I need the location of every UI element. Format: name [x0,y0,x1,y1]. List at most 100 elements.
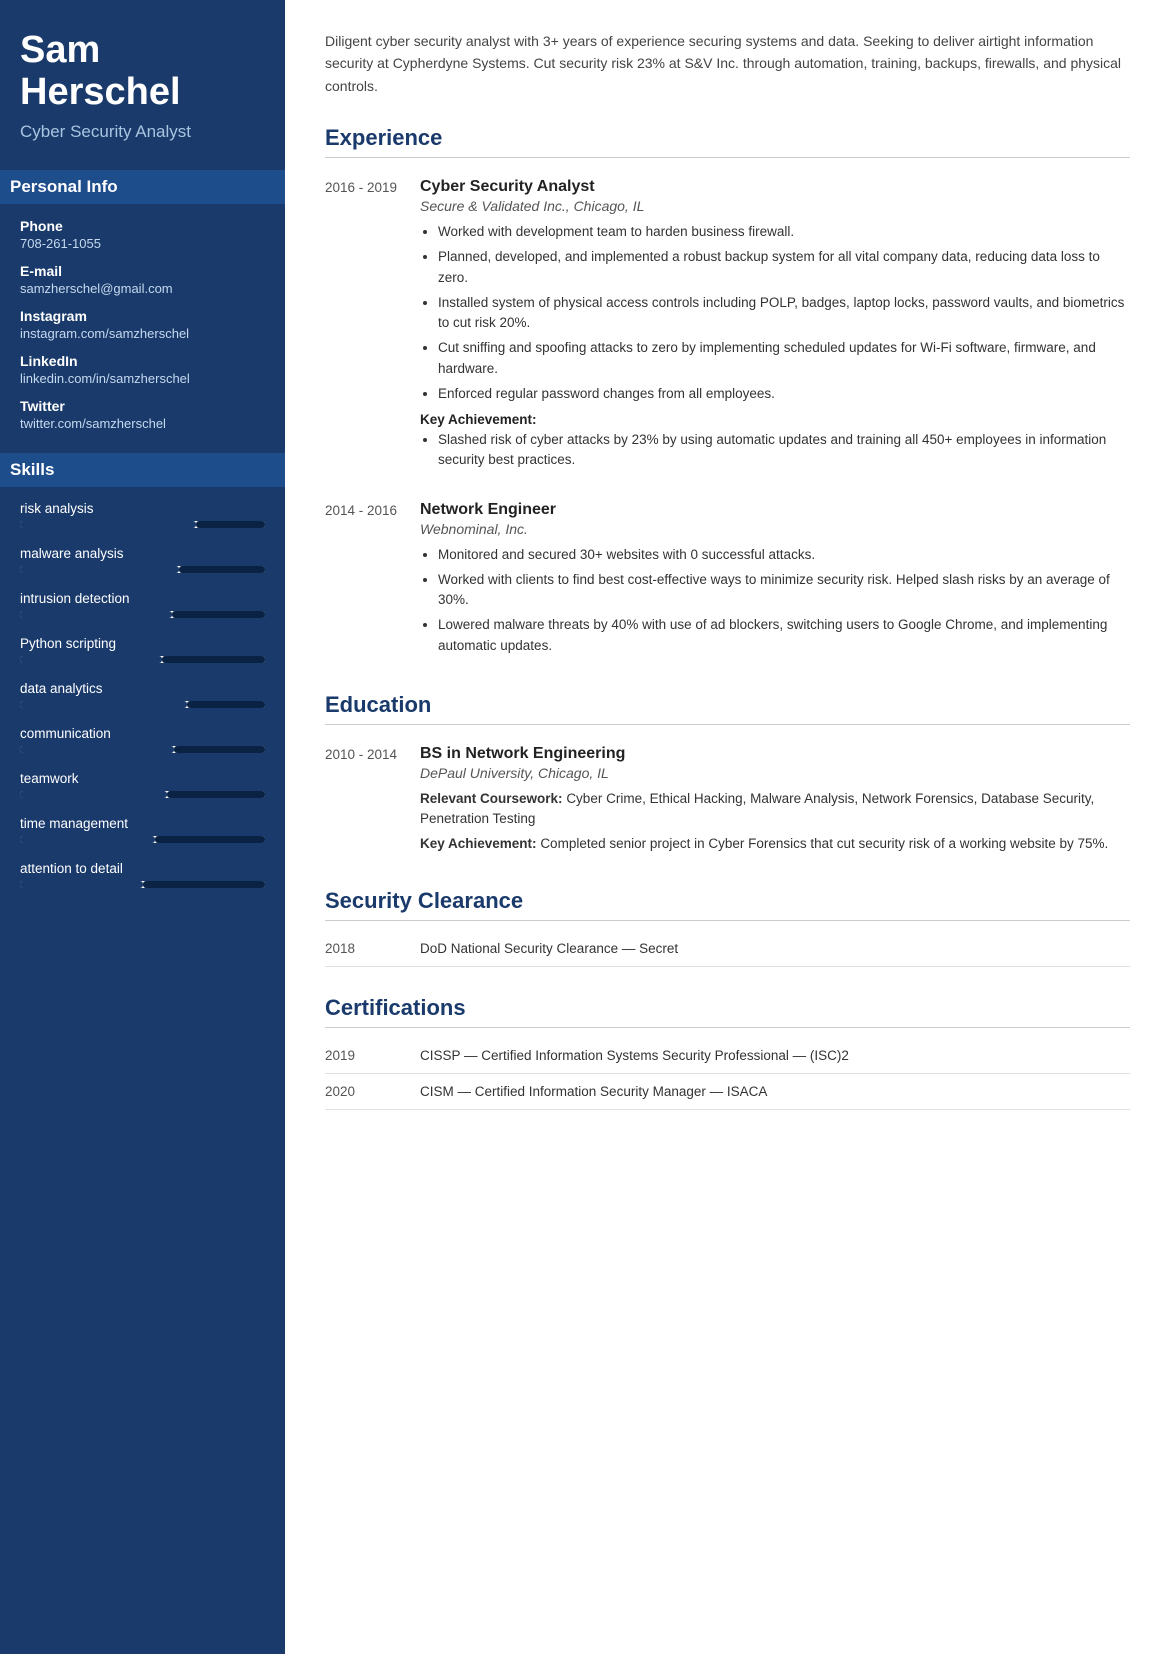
certifications-title: Certifications [325,995,1130,1028]
education-title: Education [325,692,1130,725]
skill-name-6: teamwork [20,771,265,786]
skill-item-5: communication [20,726,265,753]
job2-date: 2014 - 2016 [325,501,420,664]
coursework-label: Relevant Coursework: [420,791,563,806]
skill-bar-dark-0 [196,521,265,528]
job1-company: Secure & Validated Inc., Chicago, IL [420,198,1130,214]
edu1-date: 2010 - 2014 [325,745,420,860]
sidebar: Sam Herschel Cyber Security Analyst Pers… [0,0,285,1654]
skill-bar-dark-8 [143,881,266,888]
skill-bar-fill-1 [20,566,179,573]
skill-item-2: intrusion detection [20,591,265,618]
skill-bar-bg-0 [20,521,265,528]
instagram-section: Instagram instagram.com/samzherschel [20,308,265,341]
job2-content: Network Engineer Webnominal, Inc. Monito… [420,501,1130,664]
job1-bullets: Worked with development team to harden b… [420,222,1130,404]
job1-content: Cyber Security Analyst Secure & Validate… [420,178,1130,479]
edu1-degree: BS in Network Engineering [420,745,1130,763]
skill-bar-fill-0 [20,521,196,528]
skill-bar-dark-6 [167,791,265,798]
job1-bullet-3: Cut sniffing and spoofing attacks to zer… [438,338,1130,379]
skill-name-0: risk analysis [20,501,265,516]
linkedin-value: linkedin.com/in/samzherschel [20,371,265,386]
security-clearance-section: Security Clearance 2018 DoD National Sec… [325,888,1130,967]
skill-bar-fill-8 [20,881,143,888]
edu1-content: BS in Network Engineering DePaul Univers… [420,745,1130,860]
skill-bar-bg-3 [20,656,265,663]
linkedin-section: LinkedIn linkedin.com/in/samzherschel [20,353,265,386]
education-entry-1: 2010 - 2014 BS in Network Engineering De… [325,745,1130,860]
personal-info-header: Personal Info [0,170,285,204]
summary-text: Diligent cyber security analyst with 3+ … [325,30,1130,97]
job2-bullet-0: Monitored and secured 30+ websites with … [438,545,1130,565]
skill-bar-fill-6 [20,791,167,798]
experience-entry-2: 2014 - 2016 Network Engineer Webnominal,… [325,501,1130,664]
skill-item-6: teamwork [20,771,265,798]
skill-bar-dark-2 [172,611,265,618]
skill-bar-dark-1 [179,566,265,573]
edu1-coursework: Relevant Coursework: Cyber Crime, Ethica… [420,789,1130,830]
skill-bar-fill-5 [20,746,174,753]
skill-bar-bg-4 [20,701,265,708]
phone-section: Phone 708-261-1055 [20,218,265,251]
instagram-value: instagram.com/samzherschel [20,326,265,341]
edu-achievement-label: Key Achievement: [420,836,537,851]
skill-bar-bg-7 [20,836,265,843]
linkedin-label: LinkedIn [20,353,265,369]
candidate-name: Sam Herschel [20,30,265,114]
edu1-achievement: Key Achievement: Completed senior projec… [420,834,1130,854]
skill-bar-fill-4 [20,701,187,708]
skill-name-7: time management [20,816,265,831]
skill-bar-bg-2 [20,611,265,618]
skill-name-2: intrusion detection [20,591,265,606]
skill-bar-dark-3 [162,656,265,663]
job1-achievement-label: Key Achievement: [420,412,1130,427]
cert-year-1: 2019 [325,1048,420,1063]
experience-entry-1: 2016 - 2019 Cyber Security Analyst Secur… [325,178,1130,479]
job1-achievement-text: Slashed risk of cyber attacks by 23% by … [420,430,1130,471]
twitter-value: twitter.com/samzherschel [20,416,265,431]
clearance-year-1: 2018 [325,941,420,956]
job1-title: Cyber Security Analyst [420,178,1130,196]
security-clearance-title: Security Clearance [325,888,1130,921]
skill-bar-dark-5 [174,746,265,753]
skills-list: risk analysis malware analysis intrusion… [20,501,265,888]
cert-row-1: 2019 CISSP — Certified Information Syste… [325,1048,1130,1074]
cert-text-2: CISM — Certified Information Security Ma… [420,1084,1130,1099]
skill-bar-fill-2 [20,611,172,618]
skill-bar-fill-3 [20,656,162,663]
certifications-section: Certifications 2019 CISSP — Certified In… [325,995,1130,1110]
skill-item-3: Python scripting [20,636,265,663]
skill-item-8: attention to detail [20,861,265,888]
candidate-title: Cyber Security Analyst [20,122,265,142]
email-label: E-mail [20,263,265,279]
skill-bar-dark-7 [155,836,265,843]
skill-item-1: malware analysis [20,546,265,573]
cert-row-2: 2020 CISM — Certified Information Securi… [325,1084,1130,1110]
skill-bar-bg-5 [20,746,265,753]
clearance-text-1: DoD National Security Clearance — Secret [420,941,1130,956]
email-section: E-mail samzherschel@gmail.com [20,263,265,296]
job2-bullet-2: Lowered malware threats by 40% with use … [438,615,1130,656]
skill-name-1: malware analysis [20,546,265,561]
skill-name-4: data analytics [20,681,265,696]
email-value: samzherschel@gmail.com [20,281,265,296]
job2-bullets: Monitored and secured 30+ websites with … [420,545,1130,656]
skill-item-0: risk analysis [20,501,265,528]
skill-name-5: communication [20,726,265,741]
skill-bar-bg-6 [20,791,265,798]
job1-bullet-0: Worked with development team to harden b… [438,222,1130,242]
skill-bar-fill-7 [20,836,155,843]
skills-header: Skills [0,453,285,487]
phone-value: 708-261-1055 [20,236,265,251]
cert-text-1: CISSP — Certified Information Systems Se… [420,1048,1130,1063]
job1-achievement-item: Slashed risk of cyber attacks by 23% by … [438,430,1130,471]
education-section: Education 2010 - 2014 BS in Network Engi… [325,692,1130,860]
cert-year-2: 2020 [325,1084,420,1099]
twitter-label: Twitter [20,398,265,414]
experience-section: Experience 2016 - 2019 Cyber Security An… [325,125,1130,664]
edu1-school: DePaul University, Chicago, IL [420,765,1130,781]
experience-title: Experience [325,125,1130,158]
clearance-row-1: 2018 DoD National Security Clearance — S… [325,941,1130,967]
edu-achievement-text: Completed senior project in Cyber Forens… [540,836,1108,851]
